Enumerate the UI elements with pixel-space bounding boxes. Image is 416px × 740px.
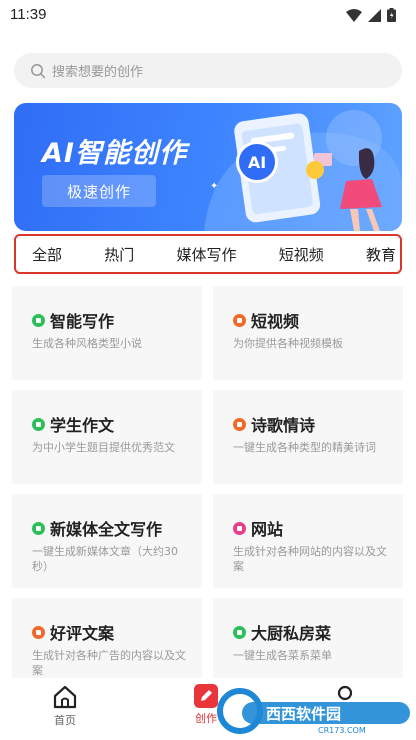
search-placeholder[interactable]: 搜索想要的创作 <box>52 61 143 80</box>
banner-title: AI智能创作 <box>42 138 187 169</box>
card-title: 新媒体全文写作 <box>50 520 163 539</box>
svg-text:CR173.COM: CR173.COM <box>318 726 366 735</box>
tab-all[interactable]: 全部 <box>32 244 62 265</box>
card-desc: 生成各种风格类型小说 <box>32 337 142 350</box>
search-icon <box>31 63 46 78</box>
card-desc: 生成针对各种网站的内容以及文案 <box>233 545 387 573</box>
card-title: 学生作文 <box>50 416 115 435</box>
card-short-video[interactable]: 短视频 为你提供各种视频模板 <box>213 286 403 380</box>
card-poetry[interactable]: 诗歌情诗 一键生成各种类型的精美诗词 <box>213 390 403 484</box>
signal-icon <box>368 8 381 22</box>
card-title: 智能写作 <box>50 312 115 331</box>
tab-education[interactable]: 教育 <box>366 244 396 265</box>
card-desc: 一键生成各菜系菜单 <box>233 649 332 662</box>
svg-text:✦: ✦ <box>210 181 218 192</box>
coin-icon <box>306 161 324 179</box>
watermark: 西西软件园 CR173.COM <box>214 686 410 736</box>
status-bar: 11:39 <box>0 0 416 30</box>
globe-icon <box>233 521 246 535</box>
tab-short-video[interactable]: 短视频 <box>279 244 324 265</box>
card-title: 短视频 <box>251 312 300 331</box>
card-desc: 生成针对各种广告的内容以及文案 <box>32 649 186 677</box>
wifi-icon <box>346 8 362 22</box>
pen-icon <box>32 313 45 327</box>
card-desc: 为中小学生题目提供优秀范文 <box>32 441 175 454</box>
chef-icon <box>233 625 246 639</box>
card-student-essay[interactable]: 学生作文 为中小学生题目提供优秀范文 <box>12 390 202 484</box>
nav-home-label: 首页 <box>54 714 76 727</box>
card-title: 大厨私房菜 <box>251 624 332 643</box>
tab-media-writing[interactable]: 媒体写作 <box>176 244 236 265</box>
battery-icon <box>387 8 396 22</box>
banner[interactable]: ✦ ✦ AI智能创作 极速创作 AI <box>14 103 402 231</box>
category-tabs: 全部 热门 媒体写作 短视频 教育 <box>14 234 402 274</box>
search-bar[interactable]: 搜索想要的创作 <box>14 53 402 88</box>
card-title: 好评文案 <box>50 624 115 643</box>
ai-badge: AI <box>236 141 278 183</box>
watermark-logo: 西西软件园 CR173.COM <box>217 688 410 735</box>
status-icons <box>346 8 396 22</box>
card-smart-writing[interactable]: 智能写作 生成各种风格类型小说 <box>12 286 202 380</box>
status-time: 11:39 <box>10 6 47 23</box>
banner-button[interactable]: 极速创作 <box>42 175 156 207</box>
card-desc: 一键生成各种类型的精美诗词 <box>233 441 376 454</box>
tab-hot[interactable]: 热门 <box>104 244 134 265</box>
card-new-media[interactable]: 新媒体全文写作 一键生成新媒体文章（大约30秒） <box>12 494 202 588</box>
card-website[interactable]: 网站 生成针对各种网站的内容以及文案 <box>213 494 403 588</box>
ai-badge-label: AI <box>247 152 267 172</box>
card-title: 网站 <box>251 520 284 539</box>
pen-icon <box>32 417 45 431</box>
home-icon <box>53 685 77 709</box>
card-title: 诗歌情诗 <box>251 416 316 435</box>
thumbs-up-icon <box>32 625 45 639</box>
pen-icon <box>32 521 45 535</box>
svg-text:西西软件园: 西西软件园 <box>266 705 341 723</box>
video-icon <box>233 313 246 327</box>
nav-home[interactable]: 首页 <box>52 684 78 728</box>
quill-icon <box>233 417 246 431</box>
card-desc: 一键生成新媒体文章（大约30秒） <box>32 545 178 573</box>
card-desc: 为你提供各种视频模板 <box>233 337 343 350</box>
